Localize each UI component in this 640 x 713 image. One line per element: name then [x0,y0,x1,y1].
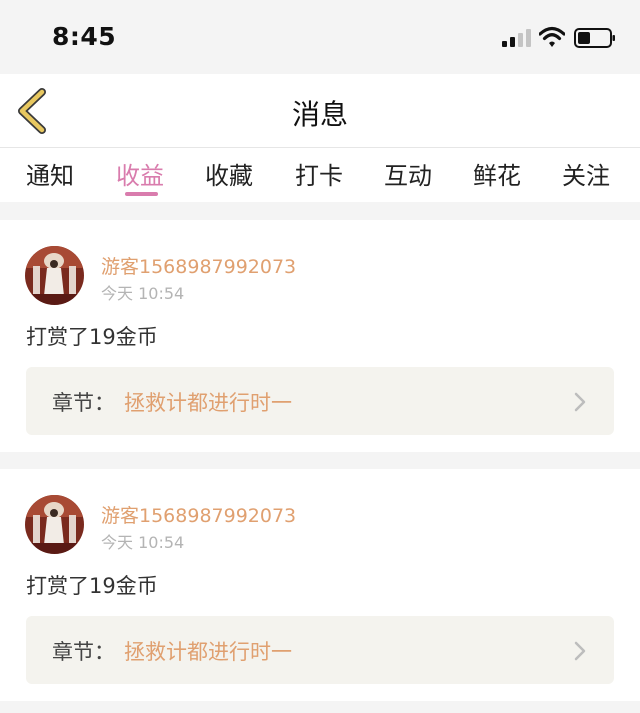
username[interactable]: 游客1568987992073 [101,501,296,528]
tab-flowers[interactable]: 鲜花 [473,156,521,191]
tab-notifications[interactable]: 通知 [26,156,74,191]
chapter-label: 章节： [52,391,115,415]
status-time: 8:45 [52,22,117,51]
tab-earnings[interactable]: 收益 [116,156,164,191]
chapter-link[interactable]: 章节： 拯救计都进行时一 [26,367,614,435]
chapter-title: 拯救计都进行时一 [124,391,292,415]
nav-bar: 消息 [0,74,640,148]
chapter-label: 章节： [52,640,115,664]
list-item: 游客1568987992073 今天 10:54 打赏了19金币 章节： 拯救计… [0,469,640,701]
chevron-right-icon [574,392,586,412]
active-tab-indicator [125,192,158,196]
battery-icon [574,28,615,48]
tab-checkin[interactable]: 打卡 [295,156,343,191]
message-text: 打赏了19金币 [26,574,158,598]
tab-interactions[interactable]: 互动 [384,156,432,191]
signal-icon [502,29,531,47]
avatar[interactable] [25,495,84,554]
chapter-link[interactable]: 章节： 拯救计都进行时一 [26,616,614,684]
avatar[interactable] [25,246,84,305]
timestamp: 今天 10:54 [101,533,185,552]
tab-following[interactable]: 关注 [562,156,610,191]
tab-favorites[interactable]: 收藏 [205,156,253,191]
chevron-right-icon [574,641,586,661]
wifi-icon [539,26,565,47]
message-text: 打赏了19金币 [26,325,158,349]
chapter-title: 拯救计都进行时一 [124,640,292,664]
tab-bar: 通知 收益 收藏 打卡 互动 鲜花 关注 [0,148,640,202]
username[interactable]: 游客1568987992073 [101,252,296,279]
timestamp: 今天 10:54 [101,284,185,303]
page-title: 消息 [291,98,348,131]
list-item: 游客1568987992073 今天 10:54 打赏了19金币 章节： 拯救计… [0,220,640,452]
status-bar: 8:45 [0,0,640,74]
